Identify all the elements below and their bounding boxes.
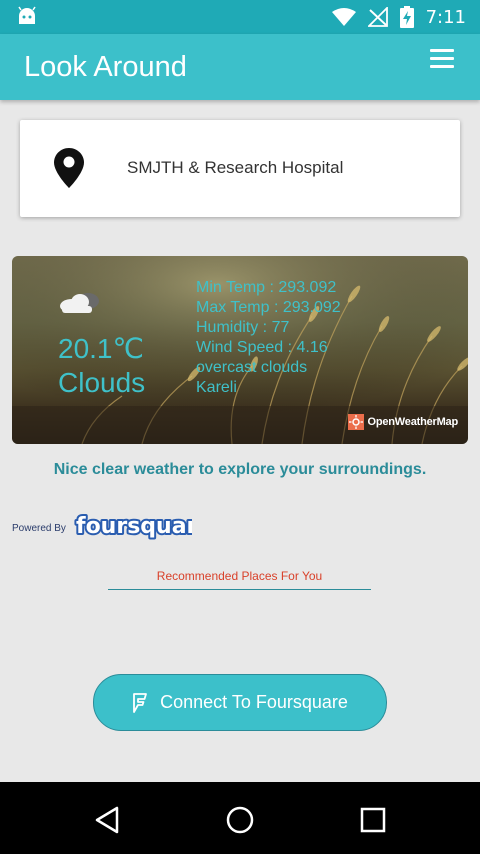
wifi-icon [331, 8, 356, 26]
back-icon[interactable] [87, 800, 127, 840]
max-temp: Max Temp : 293.092 [196, 299, 341, 316]
recommended-places-label: Recommended Places For You [156, 569, 323, 583]
openweathermap-badge: OpenWeatherMap [348, 414, 458, 430]
cloud-icon [60, 293, 99, 313]
menu-button[interactable] [430, 49, 454, 69]
recommended-divider [108, 589, 371, 590]
foursquare-logo-text: foursquare [76, 514, 192, 539]
app-bar: Look Around [0, 34, 480, 100]
humidity: Humidity : 77 [196, 319, 290, 336]
weather-details: Min Temp : 293.092 Max Temp : 293.092 Hu… [196, 278, 341, 398]
weather-tagline: Nice clear weather to explore your surro… [53, 461, 427, 478]
openweathermap-label: OpenWeatherMap [367, 416, 458, 428]
powered-by-label: Powered By [12, 523, 66, 534]
app-title: Look Around [24, 51, 187, 83]
location-name: SMJTH & Research Hospital [127, 158, 344, 177]
connect-button-label: Connect To Foursquare [160, 692, 348, 712]
status-time: 7:11 [425, 6, 466, 28]
openweathermap-logo-icon [348, 414, 365, 430]
min-temp: Min Temp : 293.092 [196, 279, 337, 296]
recents-icon[interactable] [353, 800, 393, 840]
location-pin-icon [54, 148, 84, 188]
navigation-bar [0, 782, 480, 854]
wind-speed: Wind Speed : 4.16 [196, 339, 328, 356]
location-card[interactable]: SMJTH & Research Hospital [20, 120, 460, 217]
android-icon [18, 6, 36, 24]
foursquare-icon [133, 692, 148, 713]
foursquare-logo: foursquare [74, 512, 192, 541]
status-bar: 7:11 [0, 0, 480, 34]
menu-icon [430, 49, 454, 52]
no-signal-icon [367, 7, 388, 27]
connect-foursquare-button[interactable]: Connect To Foursquare [93, 674, 387, 731]
battery-charging-icon [399, 6, 414, 28]
weather-description: overcast clouds [196, 359, 308, 376]
temperature: 20.1℃ [58, 333, 144, 364]
home-icon[interactable] [220, 800, 260, 840]
weather-condition: Clouds [58, 367, 146, 398]
weather-card: 20.1℃ Clouds Min Temp : 293.092 Max Temp… [12, 256, 468, 444]
city-name: Kareli [196, 379, 237, 396]
system-icons: 7:11 [331, 0, 466, 34]
